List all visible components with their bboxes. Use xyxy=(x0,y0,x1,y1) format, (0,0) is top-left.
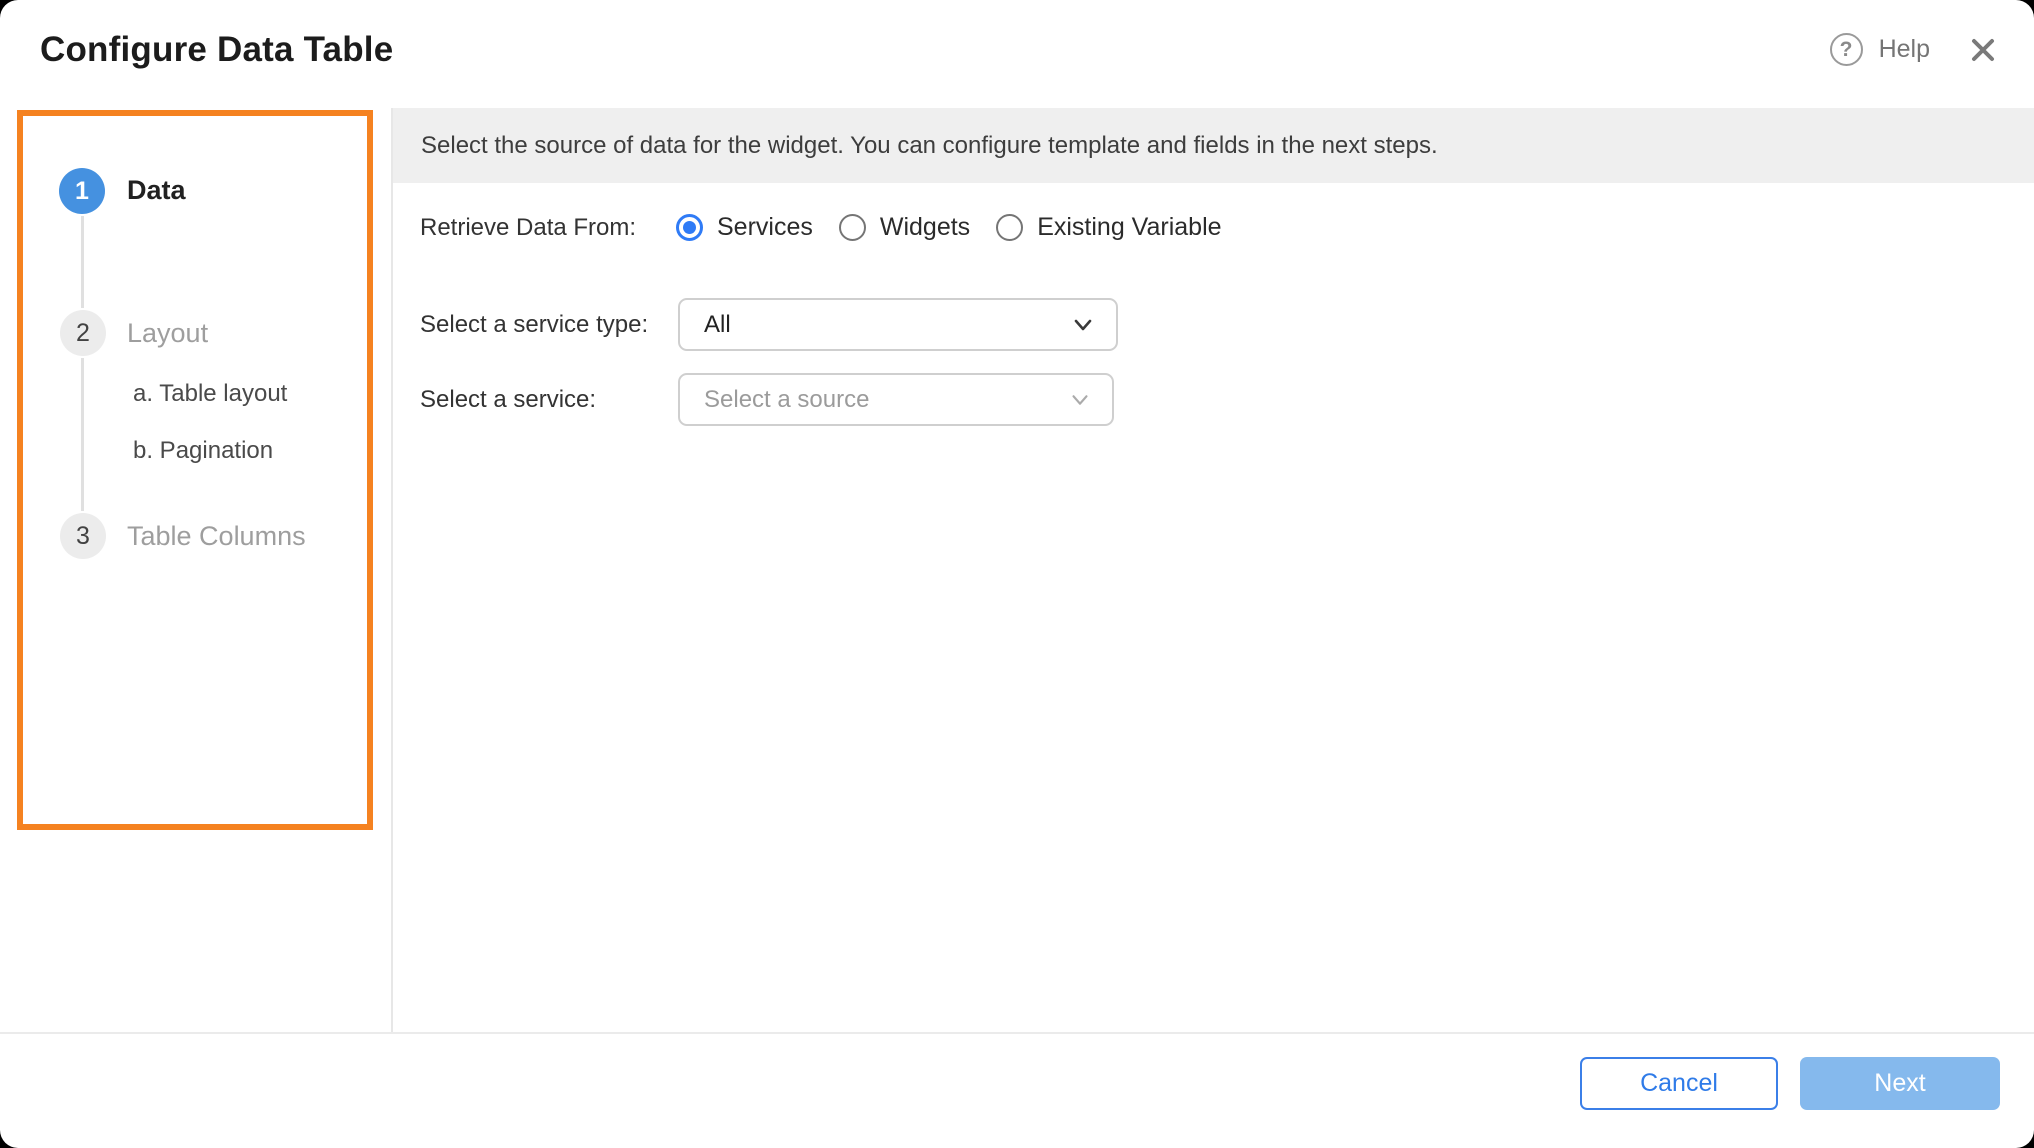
info-bar: Select the source of data for the widget… xyxy=(393,108,2034,183)
sidebar-item-table-columns[interactable]: Table Columns xyxy=(127,521,306,552)
service-type-label: Select a service type: xyxy=(420,311,648,339)
info-bar-text: Select the source of data for the widget… xyxy=(421,132,1438,160)
header-actions: ? Help xyxy=(1830,33,1998,66)
radio-services-label: Services xyxy=(717,213,813,242)
steps-highlight-box xyxy=(17,110,373,830)
service-dropdown[interactable]: Select a source xyxy=(678,373,1114,426)
sidebar-divider xyxy=(391,108,393,1032)
radio-services[interactable]: Services xyxy=(676,213,813,242)
sidebar-item-pagination[interactable]: b. Pagination xyxy=(133,437,273,465)
radio-unselected-icon[interactable] xyxy=(839,214,866,241)
service-placeholder: Select a source xyxy=(704,386,1068,414)
retrieve-data-from-label: Retrieve Data From: xyxy=(420,214,636,242)
next-button[interactable]: Next xyxy=(1800,1057,2000,1110)
sidebar-item-layout[interactable]: Layout xyxy=(127,318,208,349)
configure-data-table-dialog: Configure Data Table ? Help 1 Data 2 Lay… xyxy=(0,0,2034,1148)
sidebar-item-data[interactable]: Data xyxy=(127,175,186,206)
radio-existing-variable[interactable]: Existing Variable xyxy=(996,213,1221,242)
step-connector xyxy=(81,216,84,308)
radio-selected-icon[interactable] xyxy=(676,214,703,241)
service-type-value: All xyxy=(704,311,1070,339)
step-2-circle[interactable]: 2 xyxy=(60,310,106,356)
radio-widgets[interactable]: Widgets xyxy=(839,213,970,242)
step-connector xyxy=(81,358,84,511)
step-1-circle[interactable]: 1 xyxy=(59,168,105,214)
chevron-down-icon xyxy=(1068,388,1092,412)
chevron-down-icon xyxy=(1070,312,1096,338)
help-button[interactable]: ? Help xyxy=(1830,33,1930,66)
radio-existing-variable-label: Existing Variable xyxy=(1037,213,1221,242)
footer-divider xyxy=(0,1032,2034,1034)
step-3-circle[interactable]: 3 xyxy=(60,513,106,559)
cancel-button[interactable]: Cancel xyxy=(1580,1057,1778,1110)
service-label: Select a service: xyxy=(420,386,596,414)
page-title: Configure Data Table xyxy=(40,30,393,70)
radio-widgets-label: Widgets xyxy=(880,213,970,242)
help-label: Help xyxy=(1879,35,1930,64)
retrieve-data-radio-group: Services Widgets Existing Variable xyxy=(676,204,1222,250)
service-type-dropdown[interactable]: All xyxy=(678,298,1118,351)
radio-unselected-icon[interactable] xyxy=(996,214,1023,241)
sidebar-item-table-layout[interactable]: a. Table layout xyxy=(133,380,287,408)
help-question-icon: ? xyxy=(1830,33,1863,66)
close-icon[interactable] xyxy=(1968,35,1998,65)
